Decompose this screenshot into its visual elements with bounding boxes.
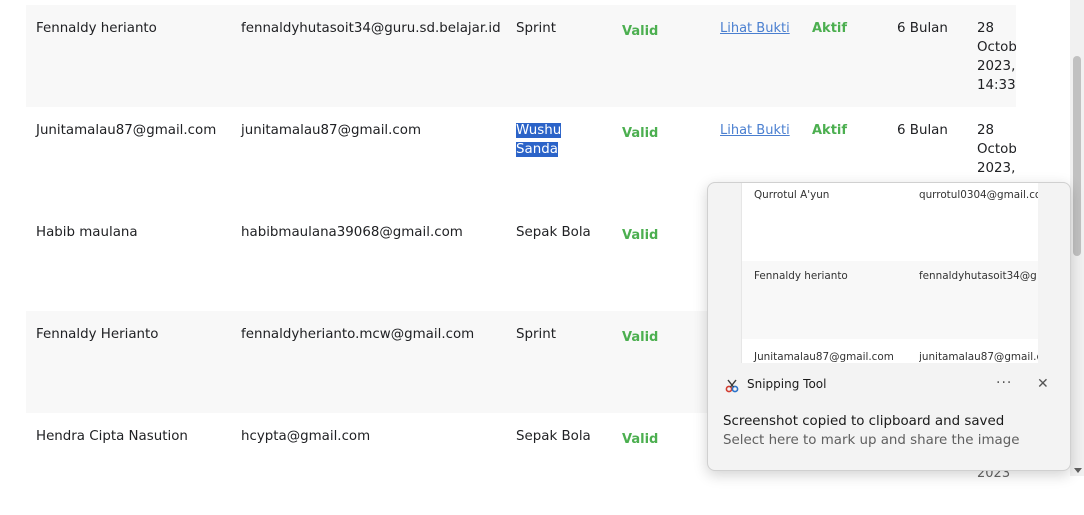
- participant-name: Fennaldy Herianto: [36, 327, 159, 342]
- participant-email: fennaldyhutasoit34@guru.sd.belajar.id: [241, 21, 501, 36]
- preview-email: junitamalau87@gmail.c: [919, 351, 1038, 363]
- validation-status: Valid: [622, 228, 659, 243]
- preview-row: Junitamalau87@gmail.com junitamalau87@gm…: [742, 339, 1038, 363]
- participant-email: habibmaulana39068@gmail.com: [241, 225, 463, 240]
- preview-row: Fennaldy herianto fennaldyhutasoit34@g: [742, 261, 1038, 339]
- view-proof-link[interactable]: Lihat Bukti: [720, 121, 790, 140]
- participant-sport-selected: Wushu Sanda: [516, 121, 596, 159]
- notification-title[interactable]: Screenshot copied to clipboard and saved: [723, 414, 1004, 429]
- table-row: Fennaldy herianto fennaldyhutasoit34@gur…: [26, 5, 1017, 107]
- member-status: Aktif: [812, 21, 848, 36]
- participant-name: Hendra Cipta Nasution: [36, 429, 188, 444]
- preview-email: fennaldyhutasoit34@g: [919, 270, 1037, 282]
- participant-name: Habib maulana: [36, 225, 138, 240]
- app-name: Snipping Tool: [747, 377, 827, 391]
- membership-duration: 6 Bulan: [897, 21, 948, 36]
- participant-sport: Sepak Bola: [516, 429, 591, 444]
- preview-row: Qurrotul A'yun qurrotul0304@gmail.co: [742, 183, 1038, 261]
- more-icon[interactable]: ···: [996, 375, 1012, 391]
- validation-status: Valid: [622, 330, 659, 345]
- validation-status: Valid: [622, 432, 659, 447]
- selected-text: Sanda: [516, 142, 558, 157]
- participant-name: Junitamalau87@gmail.com: [36, 123, 217, 138]
- validation-status: Valid: [622, 126, 659, 141]
- member-status: Aktif: [812, 123, 848, 138]
- participant-sport: Sprint: [516, 21, 556, 36]
- preview-name: Qurrotul A'yun: [754, 189, 830, 201]
- notification-header: Snipping Tool ··· ✕: [708, 375, 1070, 397]
- participant-sport: Sprint: [516, 327, 556, 342]
- membership-duration: 6 Bulan: [897, 123, 948, 138]
- participant-name: Fennaldy herianto: [36, 21, 157, 36]
- view-proof-link[interactable]: Lihat Bukti: [720, 19, 790, 38]
- screenshot-preview[interactable]: Qurrotul A'yun qurrotul0304@gmail.co Fen…: [741, 183, 1038, 363]
- close-icon[interactable]: ✕: [1037, 376, 1049, 392]
- participant-email: junitamalau87@gmail.com: [241, 123, 422, 138]
- participant-email: hcypta@gmail.com: [241, 429, 371, 444]
- preview-email: qurrotul0304@gmail.co: [919, 189, 1038, 201]
- participant-email: fennaldyherianto.mcw@gmail.com: [241, 327, 475, 342]
- snipping-tool-icon: [724, 378, 740, 394]
- registration-date: 28 Octob 2023, 14:33: [977, 21, 1017, 93]
- registration-date: 28 Octob 2023,: [977, 123, 1017, 176]
- scrollbar-thumb[interactable]: [1073, 56, 1081, 256]
- participant-sport: Sepak Bola: [516, 225, 591, 240]
- scroll-down-icon[interactable]: [1074, 468, 1082, 473]
- snipping-tool-notification[interactable]: Qurrotul A'yun qurrotul0304@gmail.co Fen…: [707, 182, 1071, 471]
- preview-name: Fennaldy herianto: [754, 270, 848, 282]
- validation-status: Valid: [622, 24, 659, 39]
- preview-name: Junitamalau87@gmail.com: [754, 351, 894, 363]
- selected-text: Wushu: [516, 123, 562, 138]
- notification-subtitle[interactable]: Select here to mark up and share the ima…: [723, 433, 1019, 448]
